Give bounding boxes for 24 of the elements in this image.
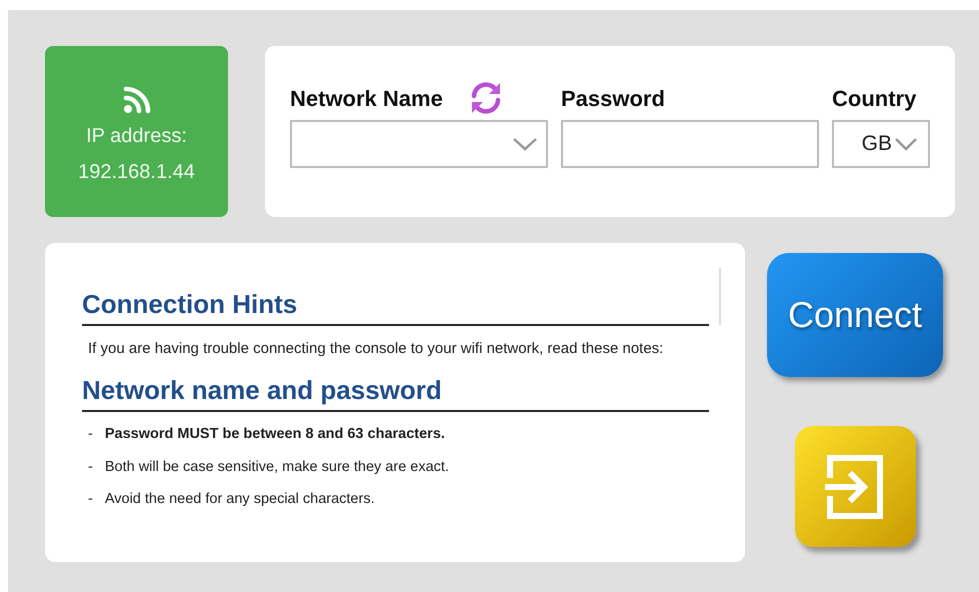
password-field[interactable]: [561, 120, 819, 168]
network-name-dropdown[interactable]: [290, 120, 548, 168]
section-heading: Network name and password: [82, 374, 709, 412]
hint-text: Both will be case sensitive, make sure they are exact.: [104, 458, 449, 477]
bullet-dash: -: [88, 458, 93, 477]
network-name-label: Network Name: [290, 84, 443, 112]
scroll-bar[interactable]: [719, 268, 721, 325]
hints-intro: If you are having trouble connecting the console to your wifi network, read these notes:: [88, 339, 664, 360]
ip-label: IP address:: [86, 124, 187, 148]
ip-address: 192.168.1.44: [78, 160, 195, 184]
bullet-dash: -: [88, 424, 93, 444]
hints-heading: Connection Hints: [82, 289, 709, 326]
bullet-dash: -: [88, 490, 93, 510]
password-label: Password: [561, 84, 665, 112]
hint-text: Avoid the need for any special characters.: [104, 490, 375, 510]
hint-text: Password MUST be between 8 and 63 characters.: [104, 424, 445, 444]
country-label: Country: [832, 84, 916, 113]
exit-icon: [824, 452, 886, 520]
country-dropdown[interactable]: GB: [832, 120, 930, 168]
wifi-icon: [122, 84, 152, 114]
chevron-down-icon: [894, 137, 918, 151]
exit-button[interactable]: [794, 426, 916, 547]
connect-button[interactable]: Connect: [767, 253, 943, 377]
chevron-down-icon: [512, 137, 538, 151]
